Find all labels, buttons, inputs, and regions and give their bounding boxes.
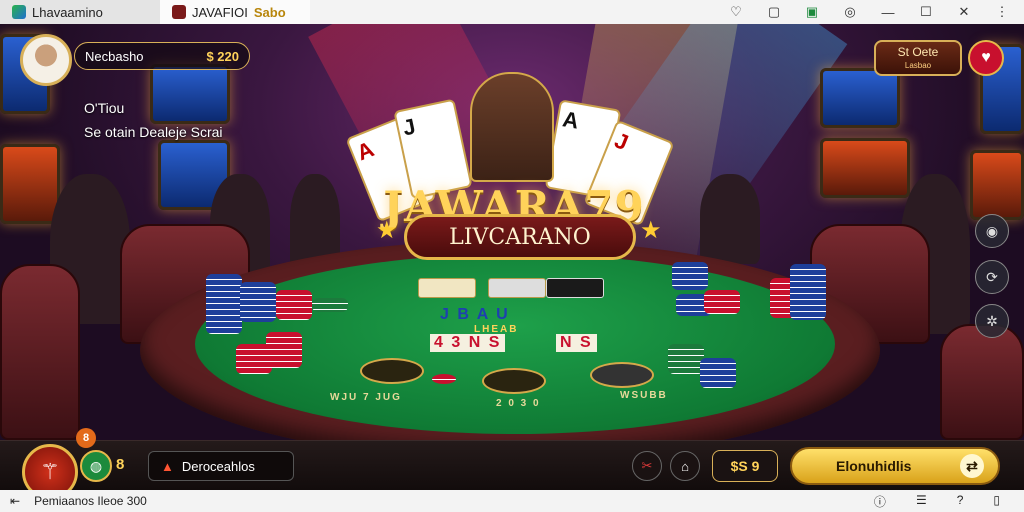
- felt-card-marker: [546, 278, 604, 298]
- chip-stack[interactable]: [276, 290, 312, 320]
- casino-scene: J B A U LHEAB 4 3 N S N S WJU 7 JUG 2 0 …: [0, 24, 1024, 440]
- player-name: Necbasho: [85, 48, 144, 64]
- chip-stack[interactable]: [240, 282, 276, 322]
- chip-stack[interactable]: [704, 290, 740, 314]
- game-menu-label: Deroceahlos: [181, 458, 255, 474]
- casino-favicon-icon: [172, 5, 186, 19]
- swap-icon: ⇄: [960, 454, 984, 478]
- slot-machine: [150, 64, 230, 124]
- dealer-portrait: [470, 72, 554, 182]
- top-right-button[interactable]: St Oete Lasbao: [874, 40, 962, 76]
- patron-silhouette: [700, 174, 760, 264]
- felt-bet-label: J B A U: [440, 306, 510, 323]
- chat-count: 8: [116, 456, 125, 473]
- chip-stack[interactable]: [672, 262, 708, 290]
- settings-icon[interactable]: ✲: [975, 304, 1009, 338]
- game-menu-button[interactable]: ▲ Deroceahlos: [148, 451, 294, 481]
- player-balance: $ 220: [206, 48, 239, 64]
- logo-banner-text: LIVCARANO: [449, 224, 591, 250]
- star-icon: ★: [376, 217, 398, 244]
- tab-lhavaamino[interactable]: Lhavaamino: [0, 0, 160, 24]
- window-controls: ♡ ▢ ▣ ◎ — ☐ ✕ ⋮: [728, 4, 1024, 20]
- chip-stack[interactable]: [312, 298, 348, 312]
- heart-icon[interactable]: ♥: [968, 40, 1004, 76]
- action-button[interactable]: Elonuhidlis ⇄: [790, 447, 1000, 485]
- star-icon: ★: [640, 217, 662, 244]
- tab-title: JAVAFIOI: [192, 4, 248, 20]
- info-icon[interactable]: ⓘ: [874, 493, 886, 510]
- refresh-icon[interactable]: ⟳: [975, 260, 1009, 294]
- status-bar: ⇤ Pemiaanos Ileoe 300 ⓘ ☰ ? ▯: [0, 490, 1024, 512]
- lobby-icon[interactable]: ⌂: [670, 451, 700, 481]
- player-subtext: Se otain Dealeje Scrai: [84, 124, 223, 140]
- top-right-button-sub: Lasbao: [904, 61, 932, 70]
- list-icon[interactable]: ☰: [916, 493, 927, 510]
- tab-badge: Sabo: [253, 4, 286, 20]
- lounge-chair: [0, 264, 80, 440]
- felt-line-text: WSUBB: [620, 390, 668, 401]
- felt-bet-numbers: 4 3 N S: [430, 334, 506, 352]
- chip-stack[interactable]: [206, 274, 242, 334]
- more-icon[interactable]: ⋮: [994, 4, 1010, 20]
- cards-icon[interactable]: ✂: [632, 451, 662, 481]
- bet-spot[interactable]: [360, 358, 424, 384]
- player-info-bar[interactable]: Necbasho $ 220: [74, 42, 250, 70]
- chat-icon[interactable]: ◍: [80, 450, 112, 482]
- status-icons: ⓘ ☰ ? ▯: [874, 493, 1014, 510]
- chip-single[interactable]: [432, 374, 456, 384]
- tab-javafioi[interactable]: JAVAFIOI Sabo: [160, 0, 310, 24]
- warning-icon: ▲: [161, 458, 174, 474]
- bet-amount[interactable]: $S 9: [712, 450, 778, 482]
- minimize-button[interactable]: —: [880, 5, 896, 20]
- bet-spot[interactable]: [590, 362, 654, 388]
- felt-line-text: WJU 7 JUG: [330, 392, 402, 403]
- tab-title: Lhavaamino: [32, 4, 103, 20]
- slot-machine: [0, 144, 60, 224]
- record-icon[interactable]: ▣: [804, 4, 820, 20]
- camera-icon[interactable]: ◉: [975, 214, 1009, 248]
- panel-icon[interactable]: ▯: [993, 493, 1000, 510]
- felt-card-marker: [488, 278, 546, 298]
- chip-stack[interactable]: [668, 344, 704, 374]
- bet-spot[interactable]: [482, 368, 546, 394]
- maximize-button[interactable]: ☐: [918, 4, 934, 20]
- felt-card-marker: [418, 278, 476, 298]
- screenshot-icon[interactable]: ▢: [766, 4, 782, 20]
- player-status: O'Tiou: [84, 100, 125, 116]
- action-button-label: Elonuhidlis: [836, 458, 912, 474]
- slot-machine: [820, 68, 900, 128]
- avatar[interactable]: [20, 34, 72, 86]
- felt-line-text: 2 0 3 0: [496, 398, 541, 409]
- slot-machine: [820, 138, 910, 198]
- chip-stack[interactable]: [790, 264, 826, 320]
- top-right-button-label: St Oete: [897, 45, 939, 59]
- notification-badge: 8: [76, 428, 96, 448]
- chip-stack[interactable]: [266, 332, 302, 368]
- back-arrow-icon[interactable]: ⇤: [10, 494, 20, 508]
- chip-stack[interactable]: [700, 358, 736, 388]
- lounge-chair: [940, 324, 1024, 440]
- app-logo-icon: [12, 5, 26, 19]
- felt-bet-numbers-right: N S: [556, 334, 597, 352]
- favorite-icon[interactable]: ♡: [728, 4, 744, 20]
- logo-banner: LIVCARANO: [404, 214, 636, 260]
- help-icon[interactable]: ?: [957, 493, 964, 510]
- close-button[interactable]: ✕: [956, 4, 972, 20]
- location-icon[interactable]: ◎: [842, 4, 858, 20]
- window-titlebar: Lhavaamino JAVAFIOI Sabo ♡ ▢ ▣ ◎ — ☐ ✕ ⋮: [0, 0, 1024, 24]
- bet-amount-value: $S 9: [730, 458, 760, 474]
- status-text: Pemiaanos Ileoe 300: [34, 494, 147, 508]
- slot-machine: [970, 150, 1024, 220]
